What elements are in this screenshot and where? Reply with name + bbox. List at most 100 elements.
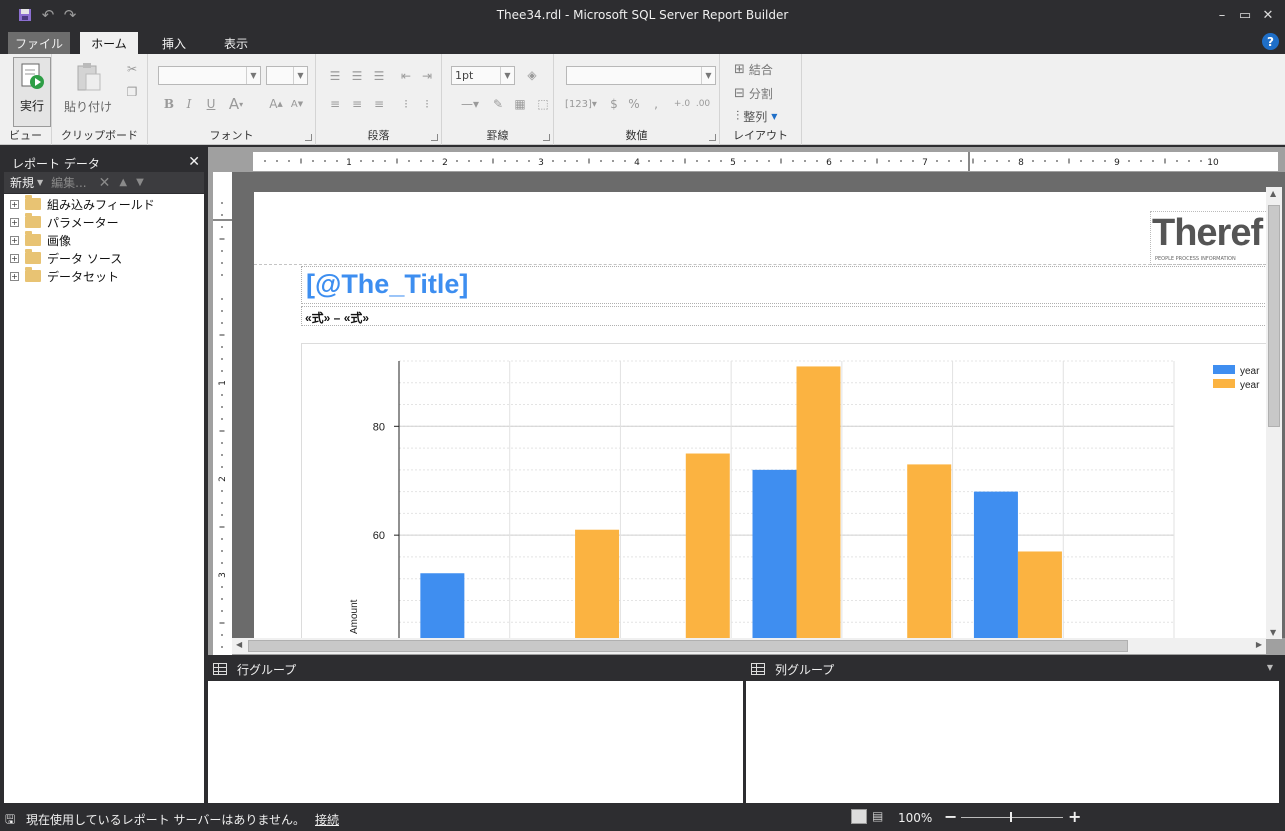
number-format-combo[interactable]: ▼ [566,66,716,85]
expand-icon[interactable]: + [10,253,19,263]
scroll-right-icon[interactable]: ▶ [1256,640,1262,649]
font-dialog-launcher[interactable] [305,134,312,141]
comma-icon[interactable]: , [646,94,666,114]
tab-home[interactable]: ホーム [80,32,138,54]
close-icon[interactable]: ✕ [1258,6,1278,24]
tree-item-parameters[interactable]: + パラメーター [10,213,119,231]
align-right-icon[interactable]: ≡ [369,94,389,114]
logo-image[interactable]: Theref PEOPLE PROCESS INFORMATION [1150,211,1266,265]
bullets-icon[interactable]: ⁝ [396,94,416,114]
horizontal-scroll-thumb[interactable] [248,640,1128,652]
groups-dropdown-icon[interactable]: ▼ [1267,663,1273,672]
chart-container[interactable]: 60 80 Amount year year [301,343,1266,638]
italic-icon[interactable]: I [179,94,199,114]
tree-item-images[interactable]: + 画像 [10,231,71,249]
border-color-icon[interactable]: ◈ [522,65,542,85]
paste-button[interactable]: 貼り付け [64,60,112,118]
zoom-in-icon[interactable]: + [1068,807,1081,826]
title-textbox[interactable]: [@The_Title] [301,266,1266,304]
preview-view-icon[interactable]: ▤ [872,809,883,823]
group-paragraph: ☰ ☰ ☰ ⇤ ⇥ ≡ ≡ ≡ ⁝ ⁝ 段落 [316,54,442,145]
line-color-icon[interactable]: ✎ [488,94,508,114]
border-width-combo[interactable]: 1pt ▼ [451,66,515,85]
row-groups-pane: 行グループ [208,658,743,803]
zoom-out-icon[interactable]: − [944,807,957,826]
align-left-icon[interactable]: ≡ [325,94,345,114]
y-tick-label: 80 [373,421,385,433]
currency-icon[interactable]: $ [604,94,624,114]
align-middle-icon[interactable]: ☰ [347,66,367,86]
font-color-icon[interactable]: A ▾ [226,94,246,114]
border-outline-icon[interactable]: ⬚ [533,94,553,114]
expand-icon[interactable]: + [10,235,19,245]
expand-icon[interactable]: + [10,271,19,281]
horizontal-scrollbar[interactable]: ◀ ▶ [232,638,1266,654]
increase-indent-icon[interactable]: ⇥ [417,66,437,86]
scroll-left-icon[interactable]: ◀ [236,640,242,649]
tree-item-builtin-fields[interactable]: + 組み込みフィールド [10,195,155,213]
column-groups-label: 列グループ [775,662,835,677]
expand-icon[interactable]: + [10,217,19,227]
shrink-font-icon[interactable]: A ▼ [287,94,307,114]
edit-button[interactable]: 編集... [51,174,86,191]
font-name-combo[interactable]: ▼ [158,66,261,85]
tab-insert[interactable]: 挿入 [150,32,198,54]
move-down-icon[interactable]: ▼ [136,177,144,188]
numbering-icon[interactable]: ⁝ [417,94,437,114]
tree-item-datasets[interactable]: + データセット [10,267,119,285]
align-icon: ⫶ [736,109,740,124]
scroll-up-icon[interactable]: ▲ [1270,189,1276,198]
column-groups-body[interactable] [746,681,1279,803]
align-center-icon[interactable]: ≡ [347,94,367,114]
design-view-icon[interactable] [851,809,867,824]
align-label: 整列 [743,110,768,124]
tree-item-data-sources[interactable]: + データ ソース [10,249,122,267]
row-groups-body[interactable] [208,681,743,803]
align-bottom-icon[interactable]: ☰ [369,66,389,86]
grow-font-icon[interactable]: A ▲ [266,94,286,114]
scroll-down-icon[interactable]: ▼ [1270,628,1276,637]
tab-file[interactable]: ファイル [8,32,70,54]
decrease-indent-icon[interactable]: ⇤ [396,66,416,86]
folder-icon [25,213,41,228]
new-button[interactable]: 新規 [10,174,34,191]
help-icon[interactable]: ? [1262,33,1279,50]
align-top-icon[interactable]: ☰ [325,66,345,86]
underline-icon[interactable]: U [201,94,221,114]
number-dialog-launcher[interactable] [709,134,716,141]
bold-icon[interactable]: B [159,94,179,114]
placeholder-styles-icon[interactable]: [123]▾ [565,94,597,114]
copy-icon[interactable]: ❐ [122,82,142,102]
minimize-icon[interactable]: – [1212,6,1232,24]
connect-link[interactable]: 接続 [315,811,339,828]
cut-icon[interactable]: ✂ [122,59,142,79]
border-grid-icon[interactable]: ▦ [510,94,530,114]
close-panel-icon[interactable]: ✕ [188,154,200,170]
new-dropdown-icon[interactable]: ▼ [37,178,43,187]
vertical-scrollbar[interactable]: ▲ ▼ [1266,187,1282,639]
zoom-slider[interactable] [961,812,1063,822]
legend-swatch [1213,379,1235,388]
border-dialog-launcher[interactable] [543,134,550,141]
run-button[interactable]: 実行 [13,57,51,127]
decrease-decimal-icon[interactable]: .00 [693,94,713,114]
border-style-icon[interactable]: —▾ [452,94,488,114]
align-button[interactable]: ⫶ 整列 ▼ [736,108,777,125]
group-font: ▼ ▼ B I U A ▾ A ▲ A ▼ フォント [148,54,316,145]
delete-icon[interactable]: ✕ [99,175,111,191]
move-up-icon[interactable]: ▲ [119,177,127,188]
restore-icon[interactable]: ▭ [1235,6,1255,24]
expand-icon[interactable]: + [10,199,19,209]
zoom-slider-thumb[interactable] [1010,812,1012,822]
tab-view[interactable]: 表示 [212,32,260,54]
split-button[interactable]: ⊟ 分割 [734,85,773,102]
increase-decimal-icon[interactable]: +.0 [672,94,692,114]
font-size-combo[interactable]: ▼ [266,66,308,85]
subtitle-textbox[interactable]: «式» – «式» [301,306,1266,326]
percent-icon[interactable]: % [624,94,644,114]
paragraph-dialog-launcher[interactable] [431,134,438,141]
merge-button[interactable]: ⊞ 結合 [734,61,773,78]
vertical-scroll-thumb[interactable] [1268,205,1280,427]
vertical-ruler: 1234 [213,172,232,655]
merge-label: 結合 [748,63,773,77]
